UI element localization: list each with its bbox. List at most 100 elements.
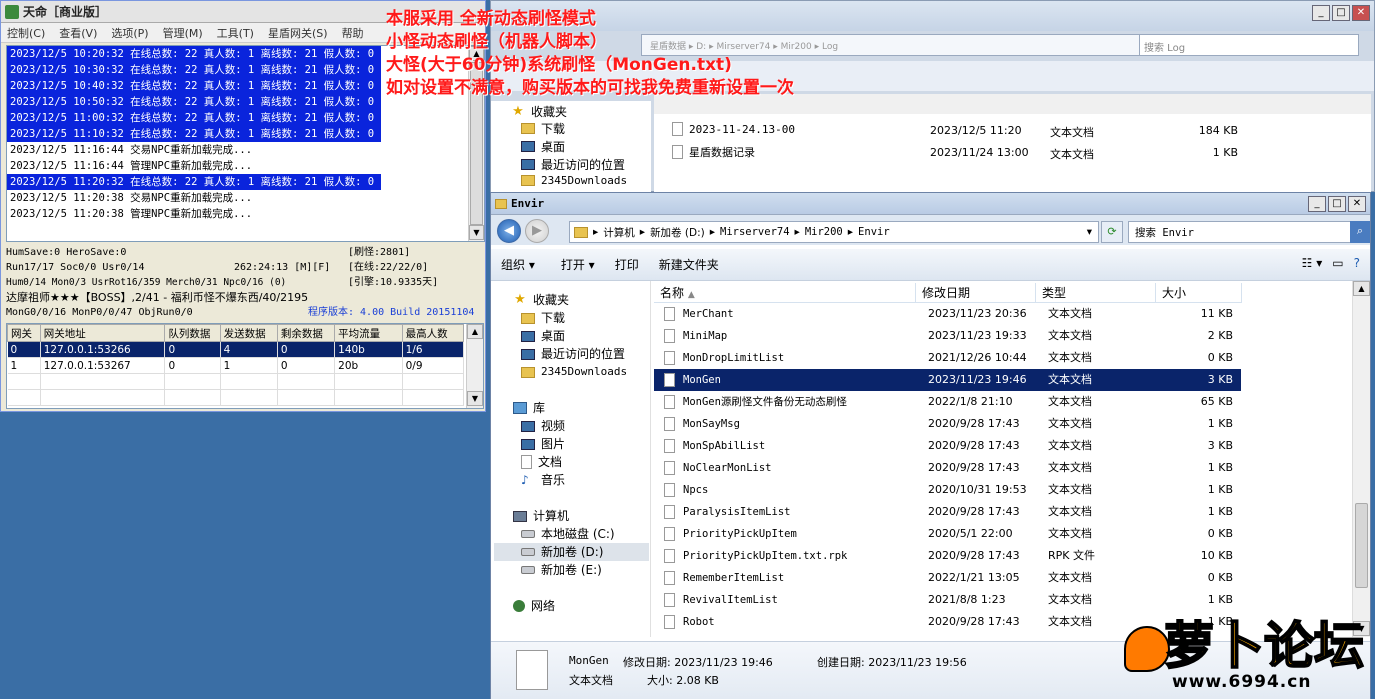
maximize-button[interactable]: □ [1328,196,1346,212]
nav-pictures[interactable]: 图片 [521,435,565,453]
nav-videos[interactable]: 视频 [521,417,565,435]
view-options-icon[interactable]: ☷ ▾ [1302,256,1323,270]
breadcrumb-mir200[interactable]: Mir200 [805,226,843,238]
search-icon[interactable]: ⌕ [1350,221,1370,243]
refresh-icon[interactable]: ⟳ [1101,221,1123,243]
file-row[interactable]: PriorityPickUpItem 2020/5/1 22:00 文本文档 0 KB [654,523,1354,545]
preview-pane-icon[interactable]: ▭ [1332,256,1343,270]
file-row[interactable]: Npcs 2020/10/31 19:53 文本文档 1 KB [654,479,1354,501]
nav-documents[interactable]: 文档 [521,453,562,471]
log-line[interactable]: 2023/12/5 11:16:44 管理NPC重新加载完成... [7,158,381,174]
log-line[interactable]: 2023/12/5 10:30:32 在线总数: 22 真人数: 1 离线数: … [7,62,381,78]
grid-column-header[interactable]: 发送数据 [219,324,278,342]
nav-drive-d[interactable]: 新加卷 (D:) [494,543,649,561]
nav-downloads[interactable]: 下载 [521,309,565,327]
nav-computer[interactable]: 计算机 [513,507,569,525]
close-button[interactable]: ✕ [1352,5,1370,21]
log-line[interactable]: 2023/12/5 11:00:32 在线总数: 22 真人数: 1 离线数: … [7,110,381,126]
nav-2345downloads[interactable]: 2345Downloads [521,174,627,187]
open-button[interactable]: 打开 ▾ [545,253,605,277]
nav-libraries[interactable]: 库 [513,399,545,417]
menu-control[interactable]: 控制(C) [7,25,45,41]
nav-favorites[interactable]: ★ 收藏夹 [513,291,569,309]
maximize-button[interactable]: □ [1332,5,1350,21]
column-type[interactable]: 类型 [1036,283,1156,303]
breadcrumb-drive[interactable]: 新加卷 (D:) [650,225,705,240]
file-list-scrollbar[interactable]: ▲ ▼ [1352,281,1370,637]
table-row[interactable]: 0 127.0.0.1:53266 0 4 0 140b 1/6 [7,341,465,358]
log-search-input[interactable]: 搜索 Log [1139,34,1359,56]
nav-desktop[interactable]: 桌面 [521,138,565,155]
nav-network[interactable]: 网络 [513,597,555,615]
nav-drive-e[interactable]: 新加卷 (E:) [521,561,602,579]
file-row[interactable]: PriorityPickUpItem.txt.rpk 2020/9/28 17:4… [654,545,1354,567]
log-line[interactable]: 2023/12/5 10:20:32 在线总数: 22 真人数: 1 离线数: … [7,46,381,62]
file-row[interactable]: NoClearMonList 2020/9/28 17:43 文本文档 1 KB [654,457,1354,479]
log-line[interactable]: 2023/12/5 11:20:32 在线总数: 22 真人数: 1 离线数: … [7,174,381,190]
file-row[interactable]: RememberItemList 2022/1/21 13:05 文本文档 0 KB [654,567,1354,589]
chevron-down-icon[interactable]: ▾ [1087,226,1092,238]
close-button[interactable]: ✕ [1348,196,1366,212]
address-bar[interactable]: ▸ 计算机 ▸ 新加卷 (D:) ▸ Mirserver74 ▸ Mir200 … [569,221,1099,243]
file-row[interactable]: MerChant 2023/11/23 20:36 文本文档 11 KB [654,303,1354,325]
help-icon[interactable]: ? [1354,256,1360,270]
grid-column-header[interactable]: 队列数据 [164,324,221,342]
search-input[interactable]: 搜索 Envir [1128,221,1352,243]
menu-help[interactable]: 帮助 [342,25,364,41]
minimize-button[interactable]: _ [1308,196,1326,212]
new-folder-button[interactable]: 新建文件夹 [649,253,729,277]
file-row[interactable]: MonGen源刷怪文件备份无动态刷怪 2022/1/8 21:10 文本文档 65 K… [654,391,1354,413]
grid-scrollbar[interactable]: ▲ ▼ [466,324,483,408]
nav-desktop[interactable]: 桌面 [521,327,565,345]
list-item[interactable]: 星盾数据记录 [672,144,755,160]
log-line[interactable]: 2023/12/5 11:20:38 交易NPC重新加载完成... [7,190,381,206]
nav-recent[interactable]: 最近访问的位置 [521,345,625,363]
menu-options[interactable]: 选项(P) [111,25,148,41]
breadcrumb-computer[interactable]: 计算机 [603,225,635,240]
log-line[interactable]: 2023/12/5 11:16:44 交易NPC重新加载完成... [7,142,381,158]
file-size: 1 KB [1207,461,1233,474]
log-line[interactable]: 2023/12/5 10:50:32 在线总数: 22 真人数: 1 离线数: … [7,94,381,110]
grid-column-header[interactable]: 最高人数 [401,324,465,342]
scroll-down-button[interactable]: ▼ [469,225,484,240]
column-size[interactable]: 大小 [1156,283,1242,303]
log-line[interactable]: 2023/12/5 11:20:38 管理NPC重新加载完成... [7,206,381,222]
organize-button[interactable]: 组织 ▾ [491,253,545,277]
nav-2345downloads[interactable]: 2345Downloads [521,363,627,381]
file-row[interactable]: MonDropLimitList 2021/12/26 10:44 文本文档 0 KB [654,347,1354,369]
grid-column-header[interactable]: 平均流量 [334,324,403,342]
menu-manage[interactable]: 管理(M) [163,25,203,41]
file-row[interactable]: MonGen 2023/11/23 19:46 文本文档 3 KB [654,369,1241,391]
log-line[interactable]: 2023/12/5 10:40:32 在线总数: 22 真人数: 1 离线数: … [7,78,381,94]
file-row[interactable]: MonSpAbilList 2020/9/28 17:43 文本文档 3 KB [654,435,1354,457]
grid-column-header[interactable]: 剩余数据 [276,324,336,342]
menu-gateway[interactable]: 星盾网关(S) [268,25,328,41]
table-row[interactable]: 1 127.0.0.1:53267 0 1 0 20b 0/9 [7,357,465,374]
nav-recent[interactable]: 最近访问的位置 [521,156,625,173]
nav-music[interactable]: ♪ 音乐 [521,471,565,489]
grid-scroll-up[interactable]: ▲ [467,324,483,339]
breadcrumb-mirserver[interactable]: Mirserver74 [720,226,790,238]
scroll-thumb[interactable] [1355,503,1368,588]
list-item[interactable]: 2023-11-24.13-00 [672,122,795,136]
nav-favorites[interactable]: ★ 收藏夹 [511,103,567,120]
forward-button[interactable]: ▶ [525,219,549,243]
menu-view[interactable]: 查看(V) [59,25,97,41]
nav-downloads[interactable]: 下载 [521,120,565,137]
minimize-button[interactable]: _ [1312,5,1330,21]
menu-tools[interactable]: 工具(T) [217,25,254,41]
print-button[interactable]: 打印 [605,253,649,277]
grid-scroll-down[interactable]: ▼ [467,391,483,406]
column-name[interactable]: 名称 ▲ [654,283,916,303]
grid-column-header[interactable]: 网关地址 [39,324,166,342]
file-row[interactable]: ParalysisItemList 2020/9/28 17:43 文本文档 1 KB [654,501,1354,523]
column-date[interactable]: 修改日期 [916,283,1036,303]
scroll-up-button[interactable]: ▲ [1353,281,1370,296]
log-line[interactable]: 2023/12/5 11:10:32 在线总数: 22 真人数: 1 离线数: … [7,126,381,142]
file-row[interactable]: MonSayMsg 2020/9/28 17:43 文本文档 1 KB [654,413,1354,435]
file-row[interactable]: MiniMap 2023/11/23 19:33 文本文档 2 KB [654,325,1354,347]
grid-column-header[interactable]: 网关 [7,324,41,342]
back-button[interactable]: ◀ [497,219,521,243]
breadcrumb-envir[interactable]: Envir [858,226,890,238]
nav-drive-c[interactable]: 本地磁盘 (C:) [521,525,615,543]
